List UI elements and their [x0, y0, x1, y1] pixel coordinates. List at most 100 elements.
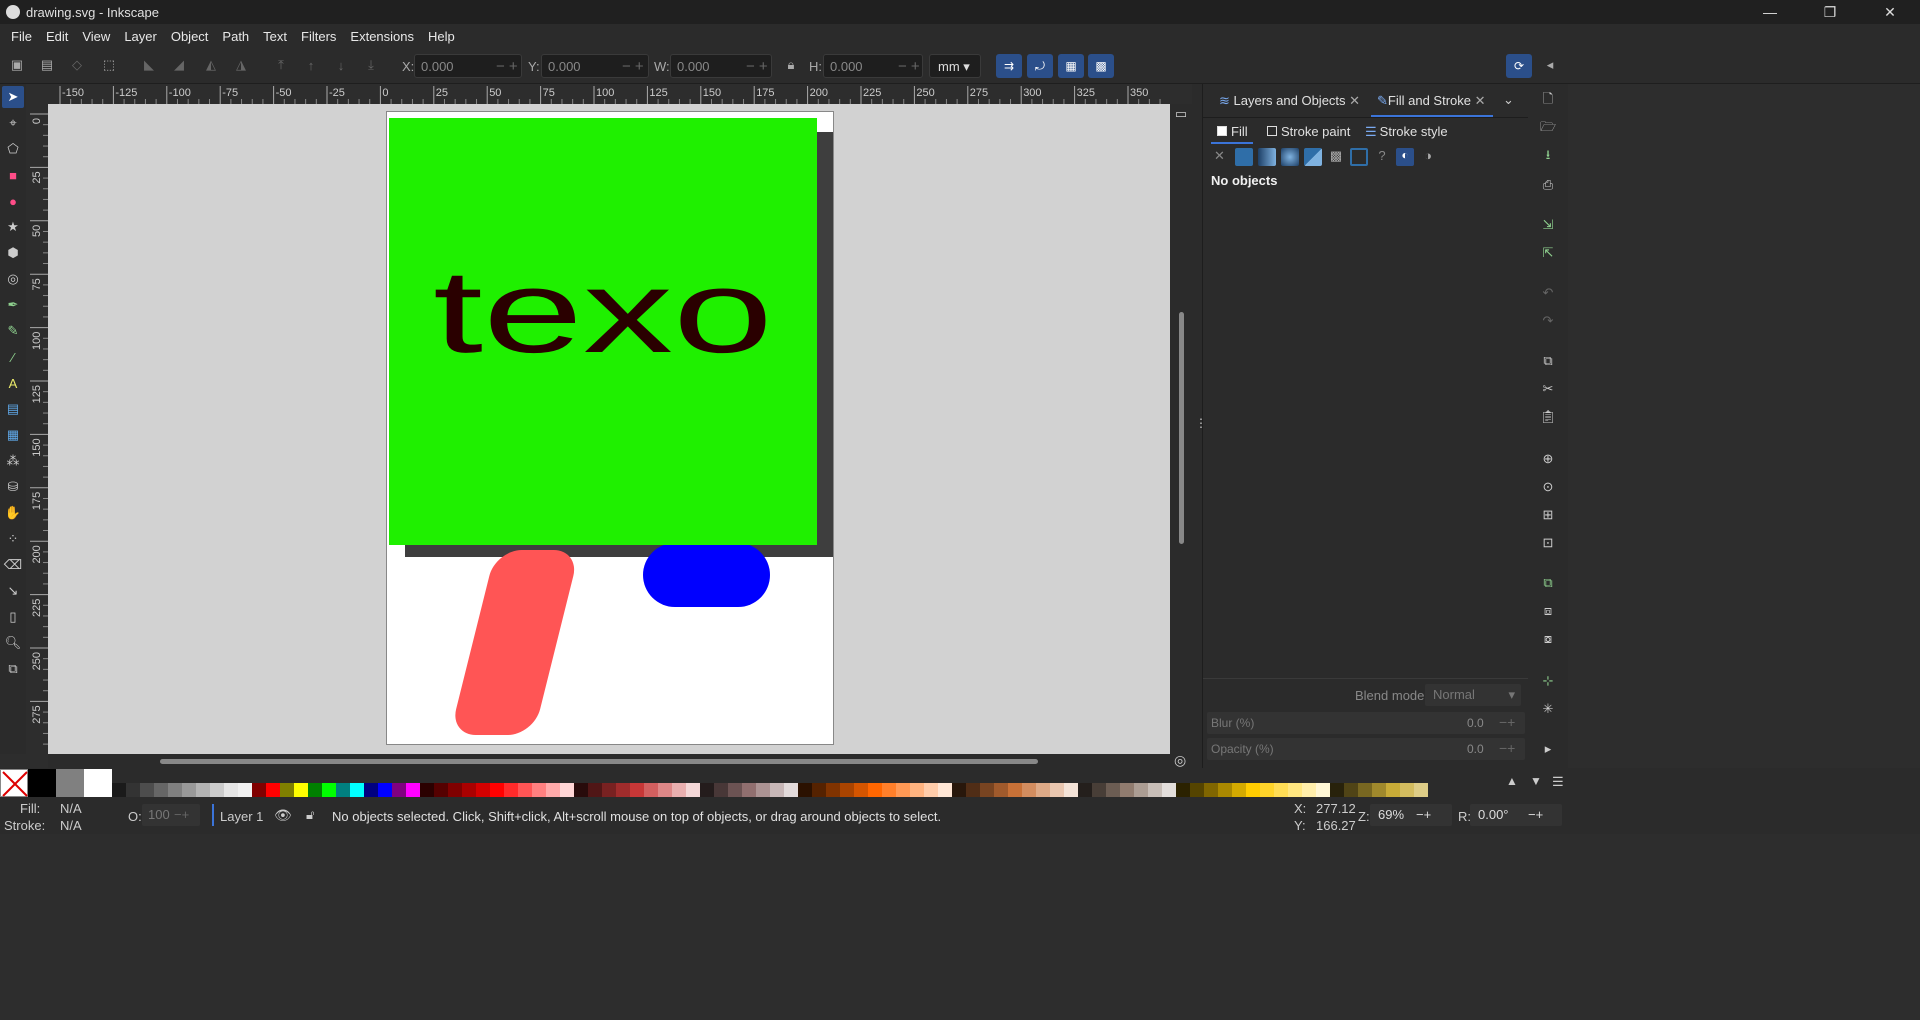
y-stepper[interactable]: − + — [622, 58, 644, 75]
palette-swatch[interactable] — [1176, 783, 1190, 797]
palette-swatch[interactable] — [476, 783, 490, 797]
palette-swatch[interactable] — [28, 769, 56, 797]
zoom-page-icon[interactable]: ⊞ — [1537, 504, 1559, 526]
paint-bucket-tool-icon[interactable]: ⛁ — [2, 476, 24, 498]
star-tool-icon[interactable]: ★ — [2, 216, 24, 238]
fill-rule-evenodd-icon[interactable]: ◐ — [1396, 148, 1414, 166]
calligraphy-tool-icon[interactable]: ⁄ — [2, 346, 24, 368]
palette-swatch[interactable] — [756, 783, 770, 797]
palette-swatch[interactable] — [1274, 783, 1288, 797]
mesh-tool-icon[interactable]: ▦ — [2, 424, 24, 446]
open-document-icon[interactable]: 🗁︎ — [1537, 118, 1559, 140]
lock-ratio-icon[interactable]: 🔒︎ — [780, 54, 802, 76]
pencil-tool-icon[interactable]: ✎ — [2, 320, 24, 342]
rotation-field[interactable]: 0.00° −+ — [1470, 804, 1562, 826]
palette-swatch[interactable] — [644, 783, 658, 797]
menu-text[interactable]: Text — [256, 29, 294, 44]
fill-tab[interactable]: Fill — [1217, 124, 1248, 139]
palette-swatch[interactable] — [1204, 783, 1218, 797]
linear-gradient-icon[interactable] — [1258, 148, 1276, 166]
flat-color-icon[interactable] — [1235, 148, 1253, 166]
tab-fill-stroke[interactable]: ✎Fill and Stroke ✕ — [1377, 93, 1486, 109]
eye-icon[interactable]: 👁︎ — [274, 807, 292, 824]
dock-divider[interactable]: ⋮ — [1192, 84, 1207, 768]
palette-swatch[interactable] — [630, 783, 644, 797]
select-all-layers-icon[interactable]: ▤ — [36, 54, 58, 76]
palette-scroll-down-icon[interactable]: ▼ — [1530, 774, 1542, 788]
palette-swatch[interactable] — [812, 783, 826, 797]
cut-icon[interactable]: ✂ — [1537, 378, 1559, 400]
palette-swatch[interactable] — [616, 783, 630, 797]
w-stepper[interactable]: − + — [746, 58, 768, 75]
palette-swatch[interactable] — [560, 783, 574, 797]
palette-swatch[interactable] — [1358, 783, 1372, 797]
flip-horizontal-icon[interactable]: ◭ — [200, 54, 222, 76]
palette-swatch[interactable] — [686, 783, 700, 797]
spray-tool-icon[interactable]: ⁘ — [2, 528, 24, 550]
palette-swatch[interactable] — [1386, 783, 1400, 797]
units-select[interactable]: mm ▾ — [929, 54, 981, 78]
palette-swatch[interactable] — [168, 783, 182, 797]
palette-swatch[interactable] — [798, 783, 812, 797]
save-icon[interactable]: ⭳ — [1537, 146, 1559, 168]
palette-swatch[interactable] — [224, 783, 238, 797]
tweak-tool-icon[interactable]: ✋ — [2, 502, 24, 524]
redo-icon[interactable]: ↷ — [1537, 310, 1559, 332]
palette-swatch[interactable] — [1372, 783, 1386, 797]
transform-gradients-icon[interactable]: ▦ — [1058, 54, 1084, 78]
snap-toggle-icon[interactable]: ⟳ — [1506, 54, 1532, 78]
scale-corners-icon[interactable]: ⤾ — [1027, 54, 1053, 78]
palette-swatch[interactable] — [112, 783, 126, 797]
palette-swatch[interactable] — [1414, 783, 1428, 797]
salmon-rounded-rect[interactable] — [450, 550, 580, 735]
undo-icon[interactable]: ↶ — [1537, 282, 1559, 304]
palette-swatch[interactable] — [336, 783, 350, 797]
palette-swatch[interactable] — [140, 783, 154, 797]
x-stepper[interactable]: − + — [496, 58, 518, 75]
flip-vertical-icon[interactable]: ◮ — [230, 54, 252, 76]
current-layer[interactable]: Layer 1 — [220, 809, 263, 824]
lower-to-bottom-icon[interactable]: ⤓ — [360, 54, 382, 76]
minimize-button[interactable]: — — [1740, 0, 1800, 24]
transform-handles-icon[interactable]: ⬚ — [98, 54, 120, 76]
palette-swatch[interactable] — [1260, 783, 1274, 797]
dropper-tool-icon[interactable]: ⁂ — [2, 450, 24, 472]
palette-swatch[interactable] — [1022, 783, 1036, 797]
export-icon[interactable]: ⇱ — [1537, 242, 1559, 264]
lower-icon[interactable]: ↓ — [330, 54, 352, 76]
transform-patterns-icon[interactable]: ▩ — [1088, 54, 1114, 78]
palette-swatch[interactable] — [1400, 783, 1414, 797]
palette-swatch[interactable] — [1344, 783, 1358, 797]
palette-swatch[interactable] — [980, 783, 994, 797]
palette-swatch[interactable] — [1148, 783, 1162, 797]
display-mode-icon[interactable]: ▭ — [1172, 106, 1190, 124]
palette-swatch[interactable] — [1050, 783, 1064, 797]
gradient-tool-icon[interactable]: ▤ — [2, 398, 24, 420]
rotation-stepper[interactable]: −+ — [1528, 807, 1543, 822]
palette-swatch[interactable] — [1120, 783, 1134, 797]
opacity-row[interactable]: Opacity (%) 0.0 −+ — [1207, 738, 1525, 760]
horizontal-scrollbar[interactable]: ◎ — [48, 752, 1192, 768]
raise-to-top-icon[interactable]: ⤒ — [270, 54, 292, 76]
vertical-scroll-thumb[interactable] — [1179, 312, 1184, 544]
palette-swatch[interactable] — [1218, 783, 1232, 797]
palette-swatch[interactable] — [1092, 783, 1106, 797]
palette-swatch[interactable] — [1302, 783, 1316, 797]
palette-swatch[interactable] — [196, 783, 210, 797]
opacity-stepper[interactable]: −+ — [1499, 740, 1515, 756]
palette-swatch[interactable] — [266, 783, 280, 797]
palette-swatch[interactable] — [462, 783, 476, 797]
palette-swatch[interactable] — [966, 783, 980, 797]
palette-swatch[interactable] — [1288, 783, 1302, 797]
stroke-style-tab[interactable]: ☰ Stroke style — [1365, 124, 1448, 140]
node-tool-icon[interactable]: ⌖ — [2, 112, 24, 134]
palette-swatch[interactable] — [84, 769, 112, 797]
blur-value[interactable]: 0.0 — [1467, 716, 1484, 730]
stroke-paint-tab[interactable]: Stroke paint — [1267, 124, 1350, 139]
palette-swatch[interactable] — [280, 783, 294, 797]
blend-mode-select[interactable]: Normal ▾ — [1425, 684, 1521, 706]
opacity-stepper[interactable]: −+ — [174, 807, 189, 822]
palette-swatch[interactable] — [294, 783, 308, 797]
rotate-ccw-icon[interactable]: ◣ — [138, 54, 160, 76]
palette-swatch[interactable] — [854, 783, 868, 797]
